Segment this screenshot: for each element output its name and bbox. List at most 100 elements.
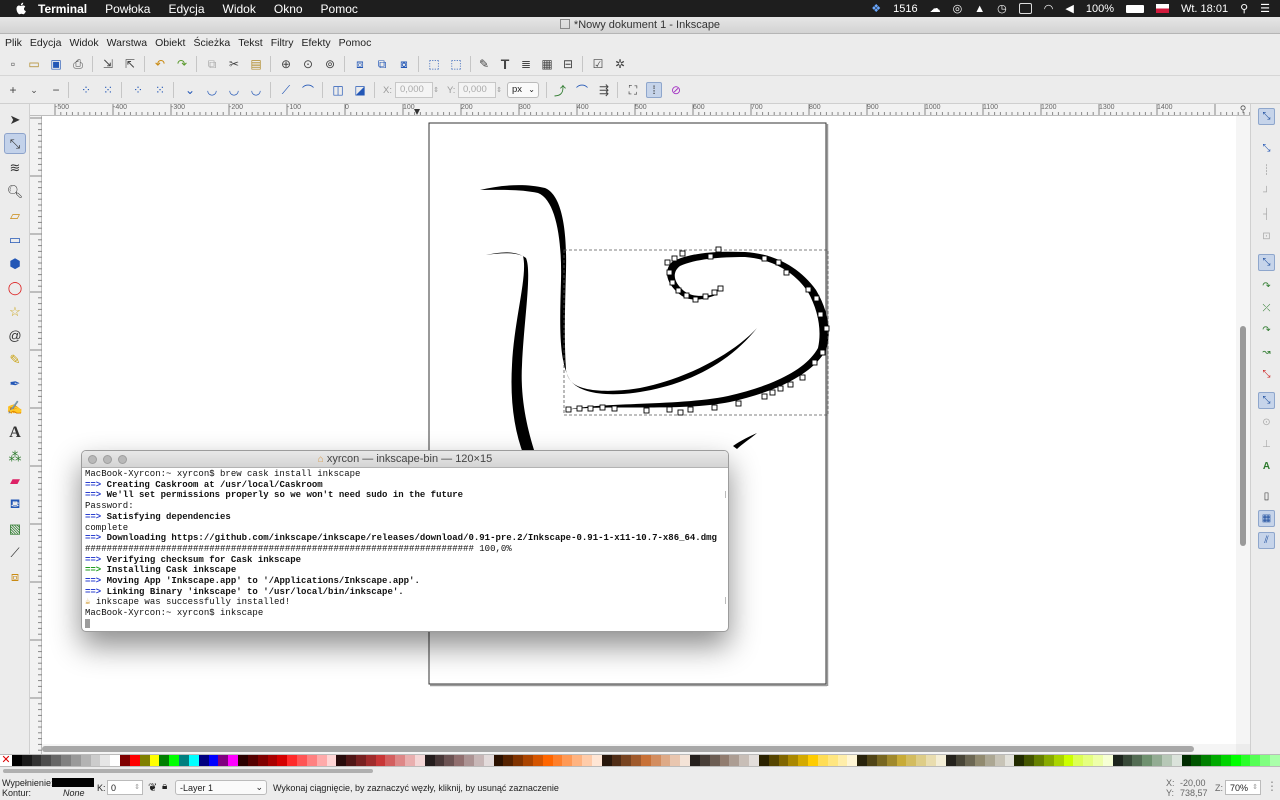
insert-node-icon[interactable]: + <box>5 82 21 98</box>
calligraphy-tool-icon[interactable]: ✍ <box>4 397 26 418</box>
time-machine-icon[interactable]: ◷ <box>997 2 1007 15</box>
color-swatch[interactable] <box>139 755 150 766</box>
path-node[interactable] <box>783 269 790 276</box>
next-path-effect-icon[interactable]: ⤴ <box>552 82 568 98</box>
color-swatch[interactable] <box>1260 755 1270 766</box>
close-button[interactable] <box>88 455 97 464</box>
path-node[interactable] <box>715 246 722 253</box>
clippath-icon[interactable]: ⌒ <box>574 82 590 98</box>
cusp-node-icon[interactable]: ⌄ <box>182 82 198 98</box>
minimize-button[interactable] <box>103 455 112 464</box>
color-swatch[interactable] <box>591 755 602 766</box>
undo-icon[interactable]: ↶ <box>152 56 168 72</box>
gradient-tool-icon[interactable]: ▧ <box>4 518 26 539</box>
menubar-widok[interactable]: Widok <box>223 2 256 16</box>
color-swatch[interactable] <box>21 755 32 766</box>
path-node[interactable] <box>679 250 686 257</box>
color-swatch[interactable] <box>1073 755 1084 766</box>
color-swatch[interactable] <box>277 755 288 766</box>
snap-enable-icon[interactable]: ⤡ <box>1258 108 1275 125</box>
color-swatch[interactable] <box>1191 755 1202 766</box>
color-swatch[interactable] <box>955 755 966 766</box>
snap-nodes-icon[interactable]: ⤡ <box>1258 254 1275 271</box>
display-icon[interactable] <box>1018 3 1032 14</box>
path-node[interactable] <box>811 359 818 366</box>
color-swatch[interactable] <box>1043 755 1054 766</box>
color-swatch[interactable] <box>1142 755 1153 766</box>
pen-tool-icon[interactable]: ✒ <box>4 373 26 394</box>
color-swatch[interactable] <box>994 755 1005 766</box>
horizontal-scrollbar[interactable] <box>42 744 1236 754</box>
chevron-down-icon[interactable]: ⌄ <box>26 82 42 98</box>
volume-icon[interactable]: ◀ <box>1065 2 1073 15</box>
color-swatch[interactable] <box>454 755 465 766</box>
color-swatch[interactable] <box>1034 755 1044 766</box>
make-curve-icon[interactable]: ⌒ <box>300 82 316 98</box>
join-nodes-icon[interactable]: ⁘ <box>78 82 94 98</box>
color-swatch[interactable] <box>1152 755 1162 766</box>
color-swatch[interactable] <box>238 755 248 766</box>
smooth-node-icon[interactable]: ◡ <box>204 82 220 98</box>
color-swatch[interactable] <box>906 755 917 766</box>
battery-icon[interactable] <box>1125 4 1144 13</box>
ungroup-icon[interactable]: ⬚ <box>448 56 464 72</box>
color-swatch[interactable] <box>552 755 563 766</box>
canvas-drawing[interactable] <box>42 116 1236 744</box>
color-swatch[interactable] <box>650 755 661 766</box>
color-swatch[interactable] <box>1014 755 1025 766</box>
text-tool-icon[interactable]: A <box>4 422 26 443</box>
zoom-corner-icon[interactable]: ⚲ <box>1236 104 1250 116</box>
path-node[interactable] <box>687 406 694 413</box>
color-swatch[interactable] <box>709 755 720 766</box>
opacity-field[interactable]: 0 ⇕ <box>107 780 143 795</box>
color-swatch[interactable] <box>208 755 219 766</box>
duplicate-icon[interactable]: ⧈ <box>352 56 368 72</box>
y-stepper-icon[interactable]: ⇕ <box>495 82 503 98</box>
color-swatch[interactable] <box>1181 755 1192 766</box>
spray-tool-icon[interactable]: ⁂ <box>4 446 26 467</box>
path-node[interactable] <box>666 406 673 413</box>
path-node[interactable] <box>735 400 742 407</box>
menu-filtry[interactable]: Filtry <box>271 37 294 49</box>
color-swatch[interactable] <box>464 755 474 766</box>
color-swatch[interactable] <box>975 755 985 766</box>
paint-bucket-tool-icon[interactable]: ⛾ <box>4 494 26 515</box>
color-swatch[interactable] <box>758 755 769 766</box>
color-swatch[interactable] <box>503 755 514 766</box>
spiral-tool-icon[interactable]: @ <box>4 325 26 346</box>
zoom-drawing-icon[interactable]: ⊙ <box>300 56 316 72</box>
path-node[interactable] <box>775 259 782 266</box>
path-node[interactable] <box>675 287 682 294</box>
snap-guide-icon[interactable]: ⫽ <box>1258 532 1275 549</box>
mask-icon[interactable]: ⇶ <box>596 82 612 98</box>
creative-cloud-icon[interactable]: ◎ <box>953 2 963 15</box>
vertical-scrollbar[interactable] <box>1236 116 1250 744</box>
color-swatch[interactable] <box>434 755 445 766</box>
path-node[interactable] <box>817 311 824 318</box>
color-swatch[interactable] <box>1171 755 1182 766</box>
path-node[interactable] <box>669 279 676 286</box>
snap-text-baseline-icon[interactable]: ⊥ <box>1258 436 1275 453</box>
fill-indicator[interactable] <box>52 778 94 787</box>
color-swatch[interactable] <box>1161 755 1172 766</box>
color-swatch[interactable] <box>1102 755 1113 766</box>
color-swatch[interactable] <box>857 755 868 766</box>
color-swatch[interactable] <box>316 755 327 766</box>
ellipse-tool-icon[interactable]: ◯ <box>4 277 26 298</box>
color-swatch[interactable] <box>739 755 750 766</box>
clone-icon[interactable]: ⧉ <box>374 56 390 72</box>
color-swatch[interactable] <box>935 755 946 766</box>
color-swatch[interactable] <box>149 755 160 766</box>
path-node[interactable] <box>813 295 820 302</box>
group-icon[interactable]: ⬚ <box>426 56 442 72</box>
color-swatch[interactable] <box>1220 755 1231 766</box>
menubar-okno[interactable]: Okno <box>274 2 303 16</box>
delete-segment-icon[interactable]: ⁙ <box>152 82 168 98</box>
color-swatch[interactable] <box>179 755 189 766</box>
align-distribute-icon[interactable]: ⊟ <box>560 56 576 72</box>
color-swatch[interactable] <box>808 755 818 766</box>
paste-icon[interactable]: ▤ <box>248 56 264 72</box>
path-node[interactable] <box>576 405 583 412</box>
color-swatch[interactable] <box>257 755 268 766</box>
symmetric-node-icon[interactable]: ◡ <box>226 82 242 98</box>
